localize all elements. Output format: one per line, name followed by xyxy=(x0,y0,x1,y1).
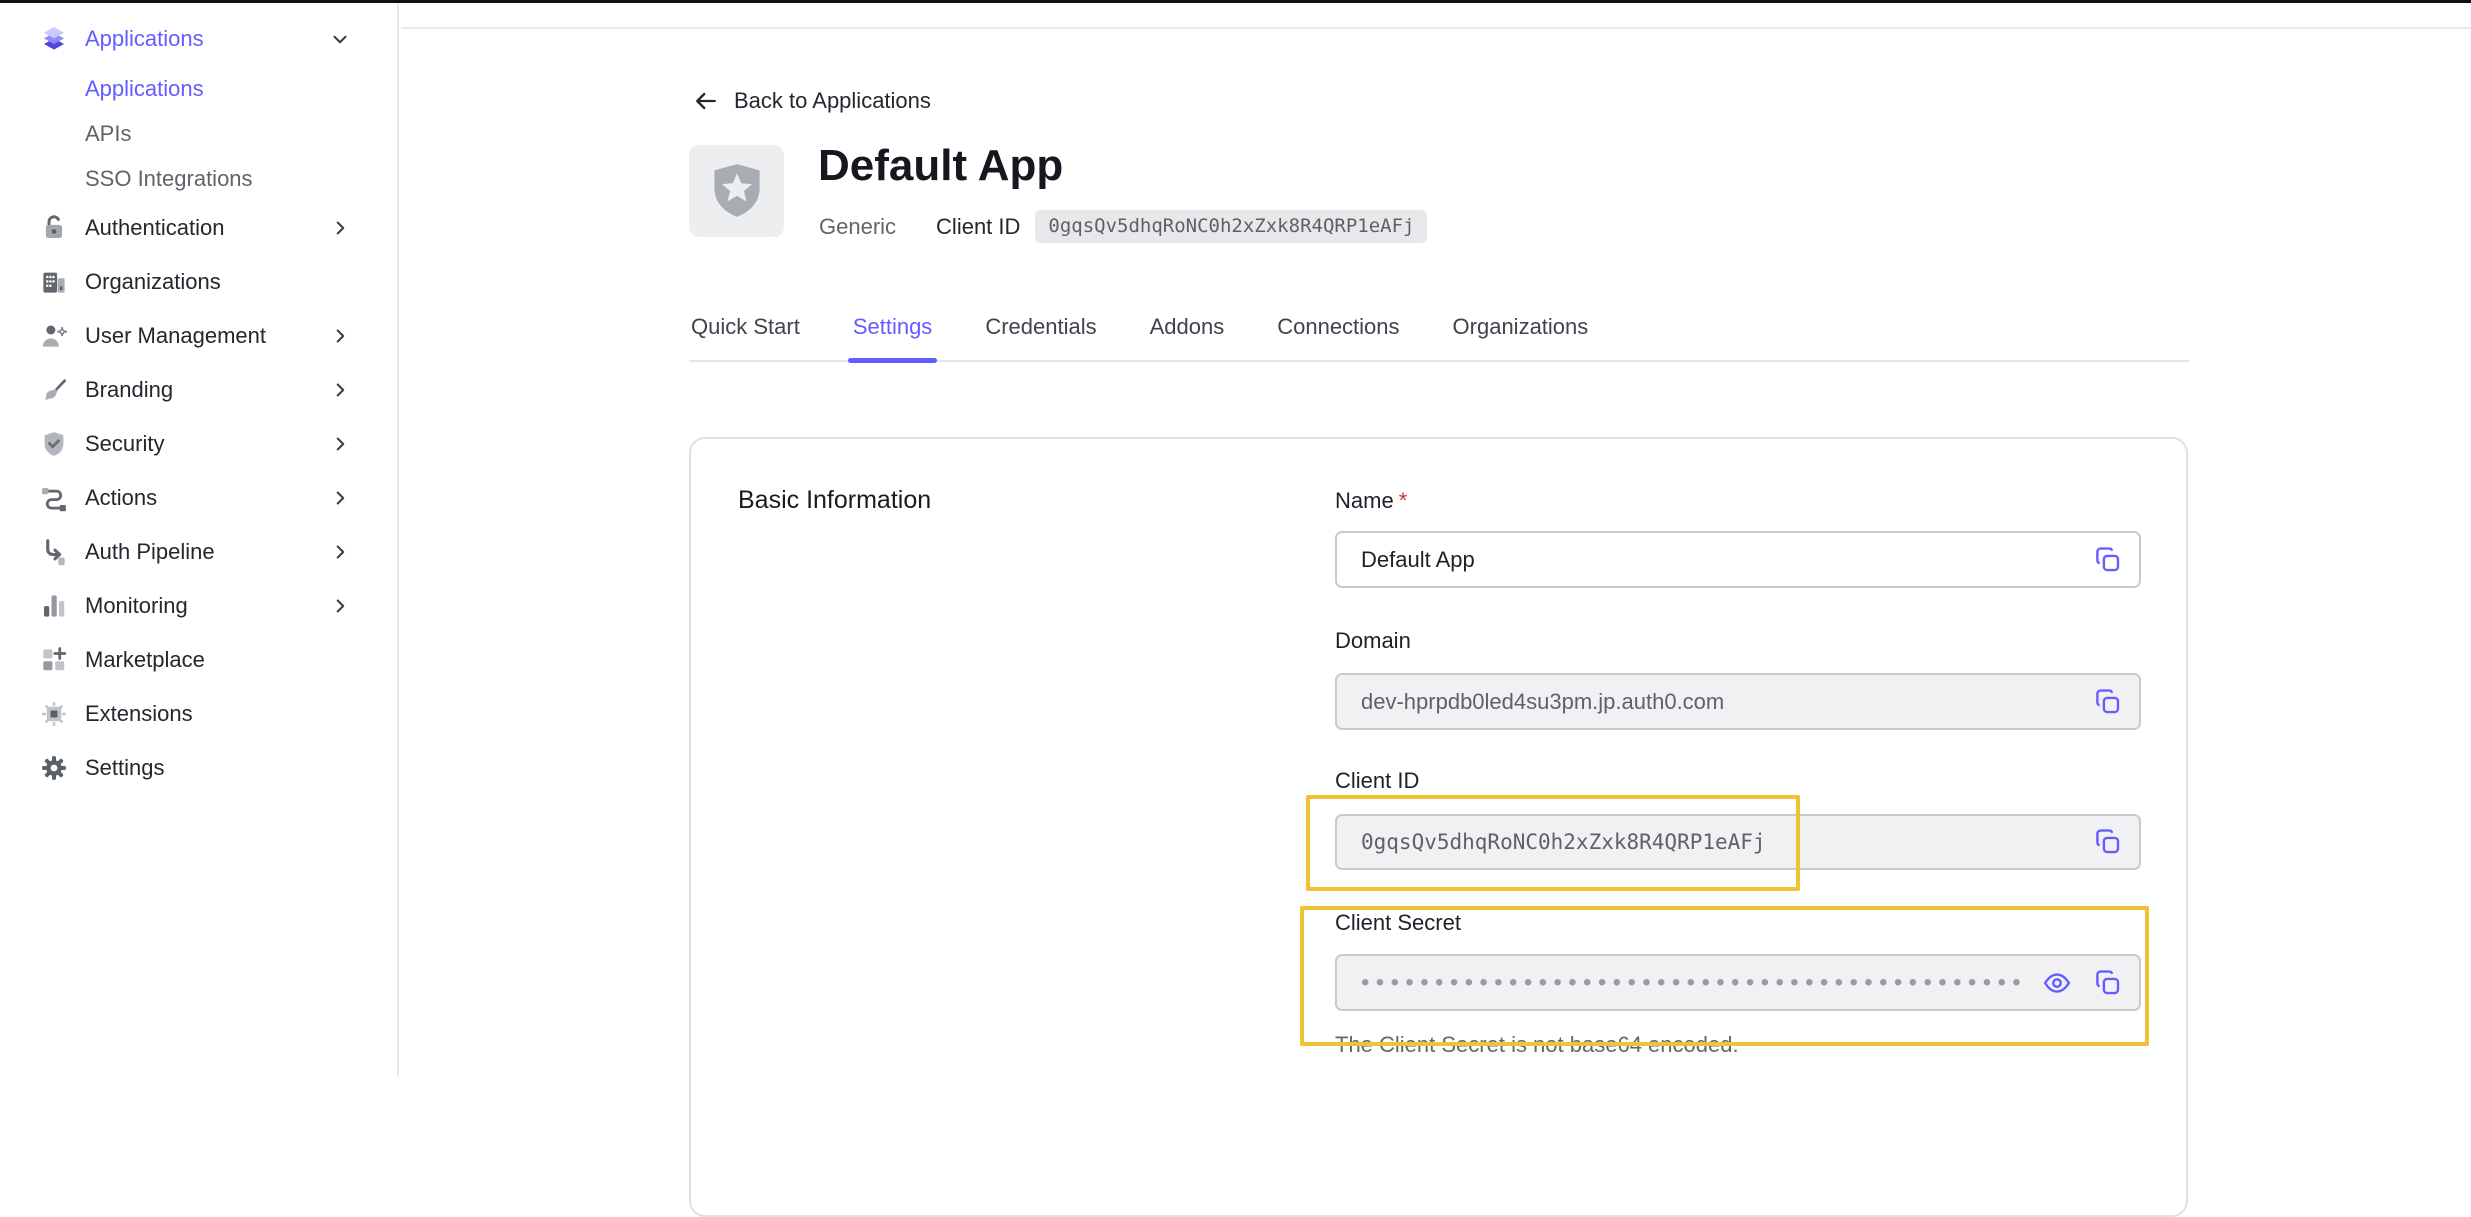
top-bar-divider xyxy=(401,27,2471,29)
chip-icon xyxy=(39,699,69,729)
sidebar-item-applications[interactable]: Applications xyxy=(0,12,397,66)
name-value: Default App xyxy=(1361,547,1475,573)
tab-connections[interactable]: Connections xyxy=(1275,314,1401,360)
name-field[interactable]: Default App xyxy=(1335,531,2141,588)
sidebar-item-user-management[interactable]: User Management xyxy=(0,309,397,363)
main-content: Back to Applications Default App Generic… xyxy=(401,3,2471,1077)
client-secret-masked-value: ••••••••••••••••••••••••••••••••••••••••… xyxy=(1361,956,2021,1009)
tab-organizations[interactable]: Organizations xyxy=(1451,314,1591,360)
sidebar-item-extensions[interactable]: Extensions xyxy=(0,687,397,741)
client-secret-note: The Client Secret is not base64 encoded. xyxy=(1335,1032,1739,1058)
window-top-edge xyxy=(0,0,2471,3)
shield-star-icon xyxy=(711,163,763,219)
tab-settings[interactable]: Settings xyxy=(851,314,935,360)
paintbrush-icon xyxy=(39,375,69,405)
sidebar-item-label: Applications xyxy=(85,26,329,52)
chevron-right-icon xyxy=(329,325,351,347)
section-title: Basic Information xyxy=(738,486,931,515)
tab-addons[interactable]: Addons xyxy=(1148,314,1227,360)
organization-icon xyxy=(39,267,69,297)
pipeline-icon xyxy=(39,537,69,567)
client-id-badge[interactable]: 0gqsQv5dhqRoNC0h2xZxk8R4QRP1eAFj xyxy=(1035,210,1427,243)
client-id-field[interactable]: 0gqsQv5dhqRoNC0h2xZxk8R4QRP1eAFj xyxy=(1335,814,2141,870)
chevron-right-icon xyxy=(329,487,351,509)
sidebar-item-monitoring[interactable]: Monitoring xyxy=(0,579,397,633)
copy-icon[interactable] xyxy=(2092,967,2124,999)
copy-icon[interactable] xyxy=(2092,686,2124,718)
applications-icon xyxy=(39,24,69,54)
chevron-down-icon xyxy=(329,28,351,50)
copy-icon[interactable] xyxy=(2092,826,2124,858)
back-to-applications-link[interactable]: Back to Applications xyxy=(692,87,931,115)
domain-field[interactable]: dev-hprpdb0led4su3pm.jp.auth0.com xyxy=(1335,673,2141,730)
tab-bar: Quick Start Settings Credentials Addons … xyxy=(689,314,2189,362)
sidebar-item-auth-pipeline[interactable]: Auth Pipeline xyxy=(0,525,397,579)
chevron-right-icon xyxy=(329,595,351,617)
gear-icon xyxy=(39,753,69,783)
sidebar-subitem-apis[interactable]: APIs xyxy=(0,111,397,156)
chevron-right-icon xyxy=(329,217,351,239)
tab-credentials[interactable]: Credentials xyxy=(983,314,1098,360)
sidebar-item-actions[interactable]: Actions xyxy=(0,471,397,525)
page-title: Default App xyxy=(818,141,1063,191)
marketplace-icon xyxy=(39,645,69,675)
sidebar-item-organizations[interactable]: Organizations xyxy=(0,255,397,309)
domain-label: Domain xyxy=(1335,628,1411,654)
chevron-right-icon xyxy=(329,433,351,455)
app-type-label: Generic xyxy=(819,214,896,240)
user-management-icon xyxy=(39,321,69,351)
app-meta-row: Generic Client ID 0gqsQv5dhqRoNC0h2xZxk8… xyxy=(819,210,1427,243)
chevron-right-icon xyxy=(329,541,351,563)
sidebar: Applications Applications APIs SSO Integ… xyxy=(0,3,399,1077)
reveal-eye-icon[interactable] xyxy=(2041,967,2073,999)
name-label: Name* xyxy=(1335,488,1407,514)
basic-information-card: Basic Information Name* Default App Doma… xyxy=(689,437,2188,1217)
bar-chart-icon xyxy=(39,591,69,621)
sidebar-nav-list: Applications Applications APIs SSO Integ… xyxy=(0,12,397,795)
back-arrow-icon xyxy=(692,87,720,115)
sidebar-subitem-sso-integrations[interactable]: SSO Integrations xyxy=(0,156,397,201)
chevron-right-icon xyxy=(329,379,351,401)
sidebar-item-settings[interactable]: Settings xyxy=(0,741,397,795)
app-logo xyxy=(689,145,784,237)
sidebar-item-security[interactable]: Security xyxy=(0,417,397,471)
tab-quick-start[interactable]: Quick Start xyxy=(689,314,802,360)
sidebar-item-authentication[interactable]: Authentication xyxy=(0,201,397,255)
copy-icon[interactable] xyxy=(2092,544,2124,576)
client-id-label: Client ID xyxy=(936,214,1020,240)
domain-value: dev-hprpdb0led4su3pm.jp.auth0.com xyxy=(1361,689,1724,715)
sidebar-item-marketplace[interactable]: Marketplace xyxy=(0,633,397,687)
flow-icon xyxy=(39,483,69,513)
sidebar-item-branding[interactable]: Branding xyxy=(0,363,397,417)
client-id-field-label: Client ID xyxy=(1335,768,1419,794)
client-secret-label: Client Secret xyxy=(1335,910,1461,936)
required-asterisk: * xyxy=(1399,488,1408,513)
shield-check-icon xyxy=(39,429,69,459)
sidebar-subitem-applications[interactable]: Applications xyxy=(0,66,397,111)
client-id-value: 0gqsQv5dhqRoNC0h2xZxk8R4QRP1eAFj xyxy=(1361,830,1766,854)
lock-icon xyxy=(39,213,69,243)
client-secret-field[interactable]: ••••••••••••••••••••••••••••••••••••••••… xyxy=(1335,954,2141,1011)
